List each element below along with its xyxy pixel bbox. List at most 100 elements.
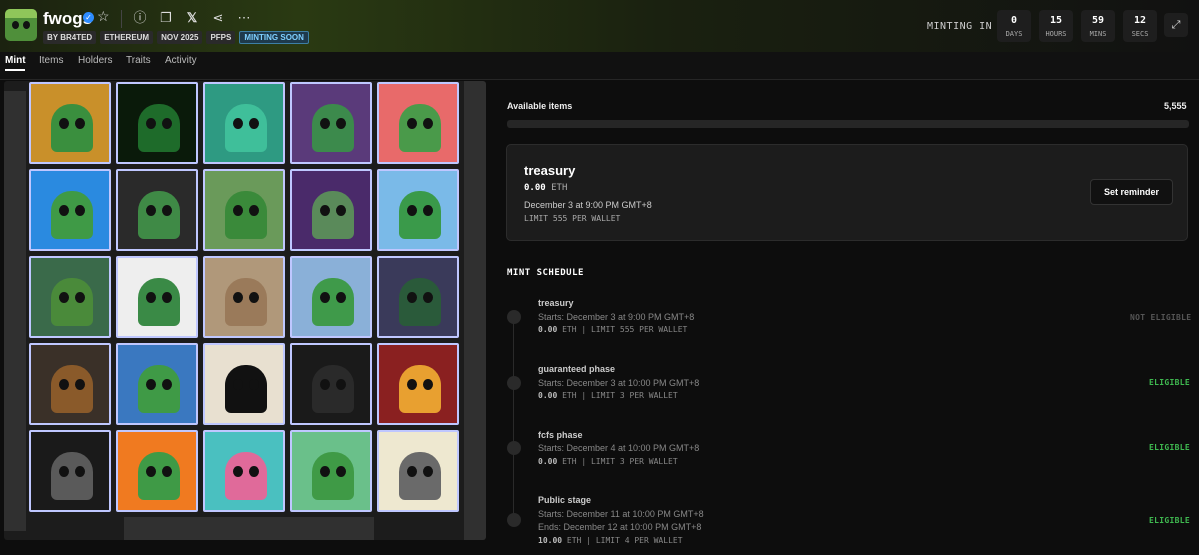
frog-character bbox=[312, 278, 354, 326]
x-twitter-icon[interactable]: 𝕏 bbox=[184, 10, 200, 26]
chain-tag: ETHEREUM bbox=[100, 31, 154, 44]
eligibility-status: NOT ELIGIBLE bbox=[1130, 313, 1192, 322]
frog-character bbox=[138, 191, 180, 239]
frog-character bbox=[51, 452, 93, 500]
nft-preview-image bbox=[203, 430, 285, 512]
nft-preview-image bbox=[377, 343, 459, 425]
mint-schedule-title: MINT SCHEDULE bbox=[507, 268, 584, 278]
frog-character bbox=[138, 365, 180, 413]
nft-preview-image bbox=[29, 82, 111, 164]
collection-tags: BY BR4TED ETHEREUM NOV 2025 PFPS MINTING… bbox=[43, 31, 309, 44]
timeline-dot bbox=[507, 441, 521, 455]
nft-preview-image bbox=[377, 430, 459, 512]
frog-character bbox=[138, 104, 180, 152]
collection-tabs: Mint Items Holders Traits Activity bbox=[0, 52, 1199, 80]
phase-price-limit: 0.00 ETH | LIMIT 3 PER WALLET bbox=[538, 457, 678, 466]
nft-preview-image bbox=[290, 343, 372, 425]
countdown-label: MINTING IN bbox=[927, 21, 993, 32]
countdown-secs: 12 SECS bbox=[1123, 10, 1157, 42]
nft-preview-image bbox=[29, 430, 111, 512]
frog-character bbox=[225, 278, 267, 326]
frog-character bbox=[138, 452, 180, 500]
phase-name: treasury bbox=[538, 298, 574, 308]
available-items-label: Available items bbox=[507, 101, 573, 111]
date-tag: NOV 2025 bbox=[157, 31, 203, 44]
copy-icon[interactable]: ❐ bbox=[158, 10, 174, 26]
eligibility-status: ELIGIBLE bbox=[1149, 443, 1190, 452]
nft-preview-image bbox=[116, 430, 198, 512]
nft-preview-image bbox=[203, 82, 285, 164]
collection-header: fwogs ✓ ☆ ⓘ ❐ 𝕏 ⋖ ⋯ BY BR4TED ETHEREUM N… bbox=[0, 0, 1199, 52]
expand-icon[interactable]: ⤢ bbox=[1164, 13, 1188, 37]
frog-character bbox=[399, 365, 441, 413]
countdown-hours: 15 HOURS bbox=[1039, 10, 1073, 42]
phase-limit: LIMIT 555 PER WALLET bbox=[524, 214, 621, 223]
nft-preview-image bbox=[29, 343, 111, 425]
category-tag: PFPS bbox=[206, 31, 236, 44]
frog-character bbox=[138, 278, 180, 326]
frog-character bbox=[51, 191, 93, 239]
set-reminder-button[interactable]: Set reminder bbox=[1090, 179, 1173, 205]
phase-name: Public stage bbox=[538, 495, 592, 505]
frog-character bbox=[51, 104, 93, 152]
phase-price-limit: 10.00 ETH | LIMIT 4 PER WALLET bbox=[538, 536, 683, 545]
nft-preview-image bbox=[377, 256, 459, 338]
tab-activity[interactable]: Activity bbox=[165, 55, 197, 66]
phase-price-limit: 0.00 ETH | LIMIT 3 PER WALLET bbox=[538, 391, 678, 400]
timeline-dot bbox=[507, 310, 521, 324]
countdown-mins: 59 MINS bbox=[1081, 10, 1115, 42]
phase-name: fcfs phase bbox=[538, 430, 583, 440]
phase-price: 0.00 ETH bbox=[524, 183, 568, 193]
nft-preview-gallery bbox=[4, 81, 486, 540]
active-tab-indicator bbox=[5, 69, 25, 71]
nft-preview-image bbox=[116, 169, 198, 251]
nft-preview-image bbox=[290, 430, 372, 512]
current-phase-card: treasury 0.00 ETH December 3 at 9:00 PM … bbox=[506, 144, 1188, 241]
tab-traits[interactable]: Traits bbox=[126, 55, 151, 66]
frog-character bbox=[312, 191, 354, 239]
schedule-timeline bbox=[513, 316, 514, 521]
timeline-dot bbox=[507, 376, 521, 390]
share-icon[interactable]: ⋖ bbox=[210, 10, 226, 26]
nft-preview-image bbox=[203, 256, 285, 338]
frog-character bbox=[399, 452, 441, 500]
frog-character bbox=[312, 365, 354, 413]
info-icon[interactable]: ⓘ bbox=[132, 10, 148, 26]
phase-name: guaranteed phase bbox=[538, 364, 616, 374]
countdown-days: 0 DAYS bbox=[997, 10, 1031, 42]
collection-avatar bbox=[5, 9, 37, 41]
nft-preview-image bbox=[116, 256, 198, 338]
favorite-star-icon[interactable]: ☆ bbox=[97, 8, 110, 25]
frog-character bbox=[399, 104, 441, 152]
tab-mint[interactable]: Mint bbox=[5, 55, 26, 66]
phase-start: Starts: December 3 at 10:00 PM GMT+8 bbox=[538, 378, 700, 388]
eligibility-status: ELIGIBLE bbox=[1149, 378, 1190, 387]
phase-start: Starts: December 3 at 9:00 PM GMT+8 bbox=[538, 312, 695, 322]
tab-holders[interactable]: Holders bbox=[78, 55, 112, 66]
nft-preview-image bbox=[290, 169, 372, 251]
phase-date: December 3 at 9:00 PM GMT+8 bbox=[524, 200, 652, 210]
available-items-count: 5,555 bbox=[1164, 101, 1187, 111]
nft-preview-image bbox=[377, 169, 459, 251]
frog-character bbox=[399, 191, 441, 239]
divider bbox=[121, 10, 122, 28]
nft-preview-image bbox=[29, 169, 111, 251]
frog-character bbox=[399, 278, 441, 326]
frog-character bbox=[312, 104, 354, 152]
frog-character bbox=[225, 452, 267, 500]
nft-preview-image bbox=[377, 82, 459, 164]
nft-preview-image bbox=[116, 82, 198, 164]
timeline-dot bbox=[507, 513, 521, 527]
mint-progress-bar bbox=[507, 120, 1189, 128]
nft-preview-image bbox=[290, 82, 372, 164]
verified-icon: ✓ bbox=[83, 12, 94, 23]
nft-preview-image bbox=[116, 343, 198, 425]
more-options-icon[interactable]: ⋯ bbox=[236, 10, 252, 26]
phase-price-limit: 0.00 ETH | LIMIT 555 PER WALLET bbox=[538, 325, 688, 334]
creator-tag[interactable]: BY BR4TED bbox=[43, 31, 97, 44]
phase-start: Starts: December 11 at 10:00 PM GMT+8 bbox=[538, 509, 704, 519]
tab-items[interactable]: Items bbox=[39, 55, 63, 66]
frog-character bbox=[225, 191, 267, 239]
phase-title: treasury bbox=[524, 163, 576, 178]
frog-character bbox=[225, 365, 267, 413]
